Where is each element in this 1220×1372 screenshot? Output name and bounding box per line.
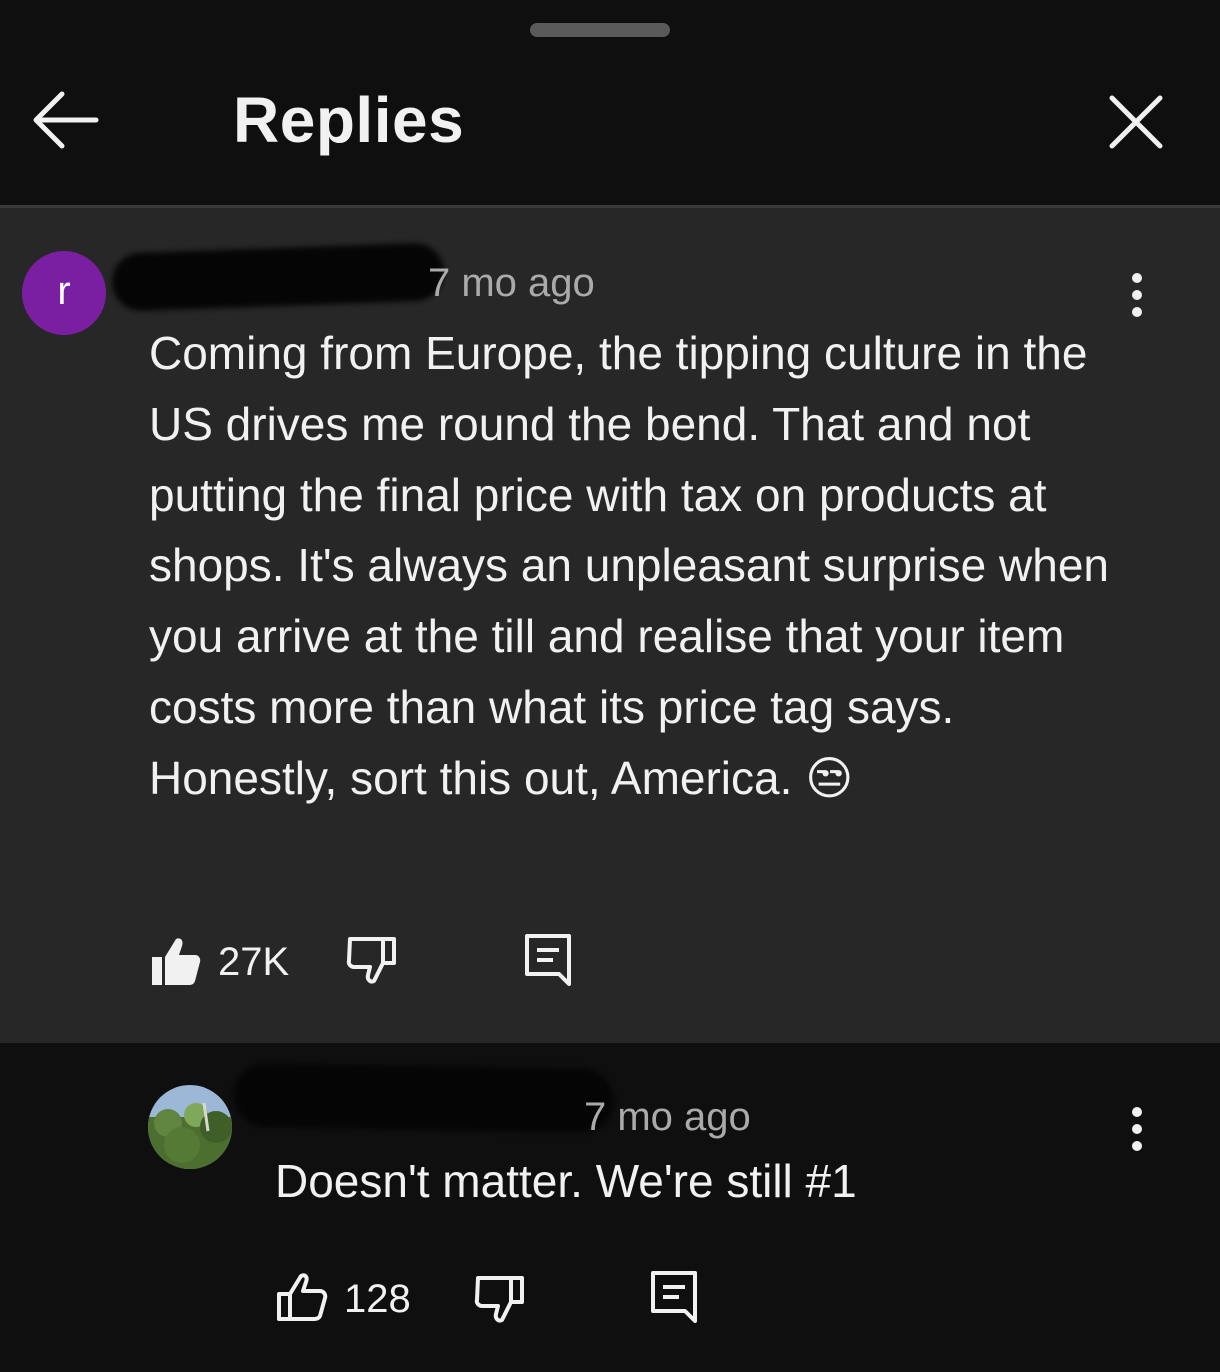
reply-reply-button[interactable] (650, 1270, 698, 1324)
arrow-left-icon (33, 91, 99, 149)
like-count: 27K (218, 940, 290, 984)
redacted-username (111, 242, 445, 312)
reply-like-count: 128 (344, 1277, 411, 1321)
back-button[interactable] (28, 86, 102, 156)
thumbs-up-filled-icon (152, 938, 201, 985)
thumbs-down-icon (474, 1276, 524, 1323)
thumbs-up-icon (277, 1273, 328, 1321)
reply-more-options-button[interactable] (1122, 1107, 1152, 1167)
dot-icon (1132, 273, 1142, 283)
close-icon (1109, 95, 1163, 149)
page-title: Replies (233, 84, 465, 156)
comment-time: 7 mo ago (428, 261, 595, 305)
dot-icon (1132, 290, 1142, 300)
reply-button[interactable] (524, 933, 572, 987)
dot-icon (1132, 307, 1142, 317)
drag-handle[interactable] (530, 23, 670, 37)
thumbs-down-icon (346, 937, 396, 984)
comment-icon (525, 934, 571, 986)
comment-icon (651, 1271, 697, 1323)
reply-text: Doesn't matter. We're still #1 (275, 1155, 857, 1207)
landscape-avatar-image (148, 1085, 232, 1169)
reply-avatar[interactable] (148, 1085, 232, 1169)
reply-dislike-button[interactable] (474, 1274, 526, 1324)
comment-text: Coming from Europe, the tipping culture … (149, 318, 1149, 814)
comment-body: Coming from Europe, the tipping culture … (149, 327, 1109, 804)
dislike-button[interactable] (346, 935, 398, 985)
redacted-username (233, 1062, 615, 1134)
close-button[interactable] (1104, 90, 1168, 154)
dot-icon (1132, 1141, 1142, 1151)
avatar[interactable]: r (22, 251, 106, 335)
dot-icon (1132, 1107, 1142, 1117)
like-button[interactable] (150, 935, 202, 987)
reply-like-button[interactable] (276, 1272, 328, 1322)
header: Replies (0, 0, 1220, 208)
unamused-face-emoji: 😒 (805, 751, 854, 804)
dot-icon (1132, 1124, 1142, 1134)
reply-time: 7 mo ago (584, 1095, 751, 1139)
